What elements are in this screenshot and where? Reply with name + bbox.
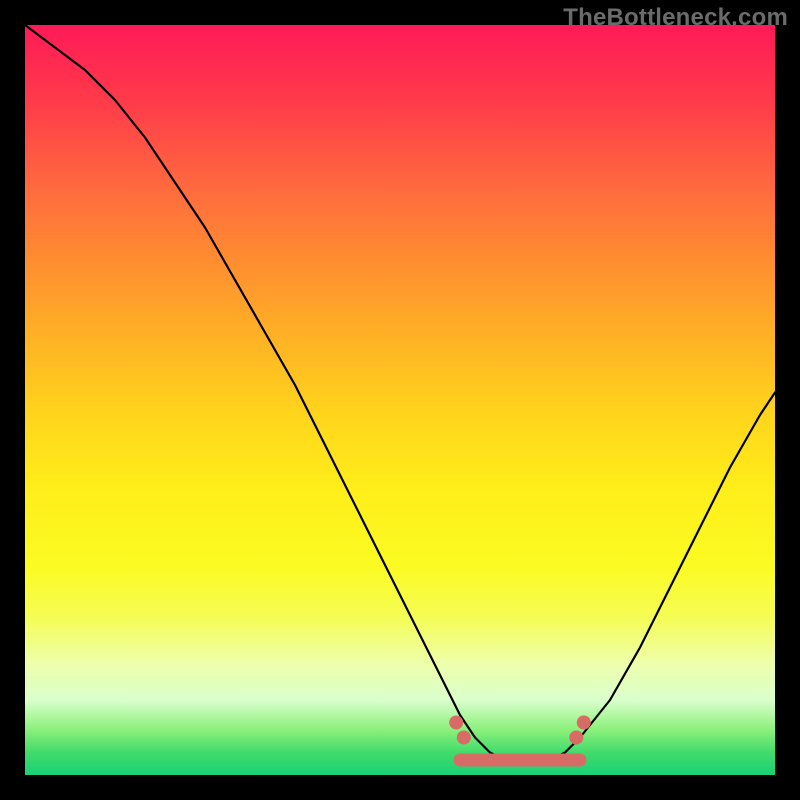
plot-area — [25, 25, 775, 775]
highlight-dot — [569, 731, 583, 745]
chart-frame: TheBottleneck.com — [0, 0, 800, 800]
chart-svg — [25, 25, 775, 775]
highlight-dot — [457, 731, 471, 745]
highlight-dot — [577, 716, 591, 730]
highlight-dot — [449, 716, 463, 730]
bottleneck-curve — [25, 25, 775, 762]
